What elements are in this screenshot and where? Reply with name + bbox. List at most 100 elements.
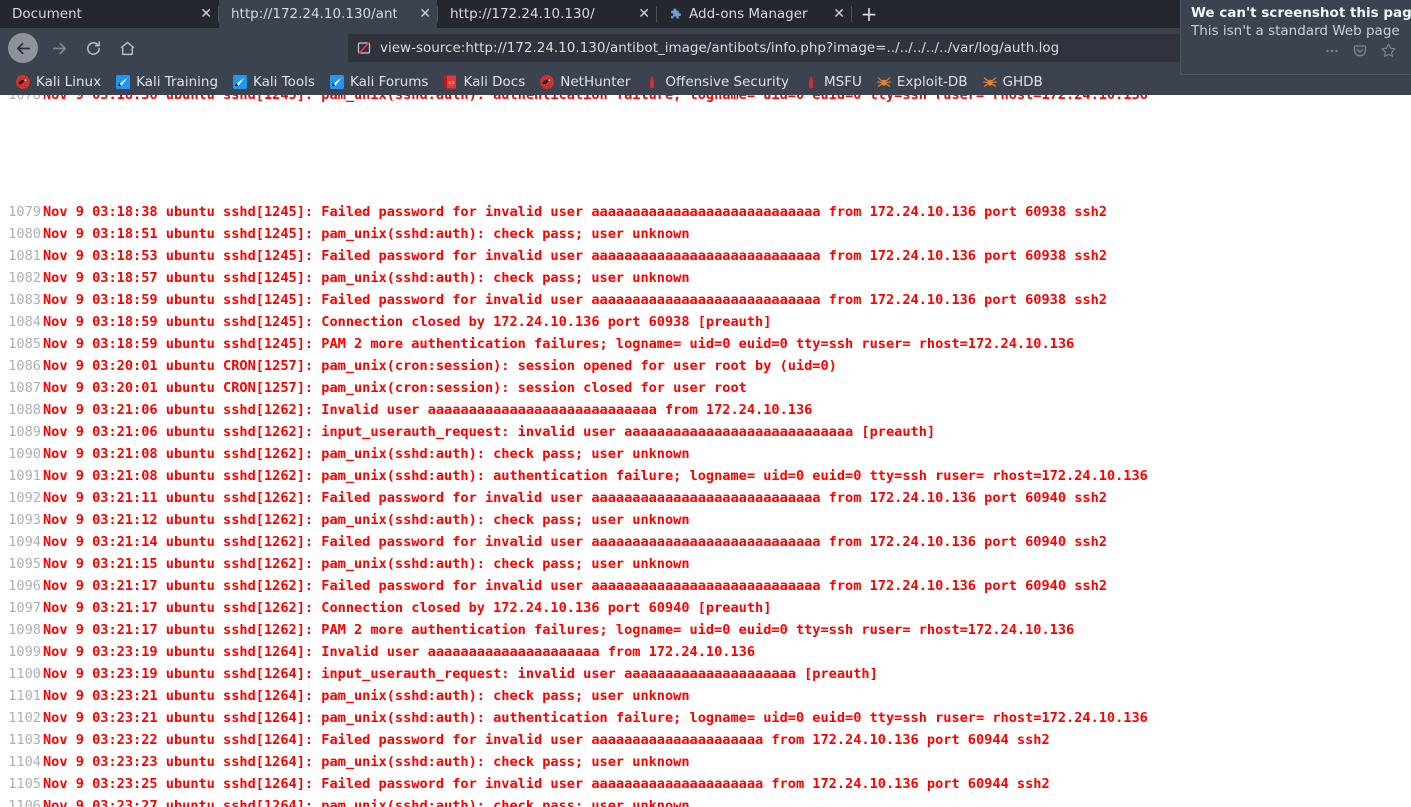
- page-actions-ellipsis-icon[interactable]: [1324, 43, 1340, 63]
- source-line: 1098 Nov 9 03:21:17 ubuntu sshd[1262]: PA…: [0, 619, 1148, 641]
- source-line: 1101 Nov 9 03:23:21 ubuntu sshd[1264]: pa…: [0, 685, 1148, 707]
- bookmark-label: Kali Training: [136, 73, 219, 90]
- line-text: Nov 9 03:23:21 ubuntu sshd[1264]: pam_un…: [43, 688, 690, 704]
- line-text: Nov 9 03:21:06 ubuntu sshd[1262]: Invali…: [43, 402, 813, 418]
- line-text: Nov 9 03:21:15 ubuntu sshd[1262]: pam_un…: [43, 556, 690, 572]
- line-text: Nov 9 03:18:51 ubuntu sshd[1245]: pam_un…: [43, 226, 690, 242]
- kali-swoosh-icon: [232, 74, 248, 90]
- bookmark-label: Kali Docs: [463, 73, 526, 90]
- source-line: 1104 Nov 9 03:23:23 ubuntu sshd[1264]: pa…: [0, 751, 1148, 773]
- line-text: Nov 9 03:18:53 ubuntu sshd[1245]: Failed…: [43, 248, 1107, 264]
- forward-arrow-icon[interactable]: [42, 31, 76, 65]
- browser-tab-2[interactable]: http://172.24.10.130/ ✕: [438, 0, 656, 28]
- line-number: 1083: [8, 292, 41, 308]
- source-line: 1093 Nov 9 03:21:12 ubuntu sshd[1262]: pa…: [0, 509, 1148, 531]
- line-number: 1101: [8, 688, 41, 704]
- svg-text:‹›: ‹›: [449, 78, 455, 87]
- offsec-icon: [803, 74, 819, 90]
- pocket-icon[interactable]: [1352, 43, 1368, 63]
- tab-title: http://172.24.10.130/antibot: [231, 6, 398, 22]
- page-action-icons: [1191, 42, 1401, 63]
- line-text: Nov 9 03:21:12 ubuntu sshd[1262]: pam_un…: [43, 512, 690, 528]
- source-line: 1102 Nov 9 03:23:21 ubuntu sshd[1264]: pa…: [0, 707, 1148, 729]
- kali-swoosh-icon: [329, 74, 345, 90]
- offsec-icon: [644, 74, 660, 90]
- browser-tab-1[interactable]: http://172.24.10.130/antibot ✕: [219, 0, 437, 28]
- bookmark-kali-linux[interactable]: Kali Linux: [8, 71, 108, 93]
- source-line: 1086 Nov 9 03:20:01 ubuntu CRON[1257]: pa…: [0, 355, 1148, 377]
- bookmark-exploit-db[interactable]: Exploit-DB: [869, 71, 975, 93]
- line-number: 1087: [8, 380, 41, 396]
- tab-close-icon[interactable]: ✕: [178, 7, 212, 21]
- tab-title: Add-ons Manager: [689, 6, 808, 22]
- source-line: 1095 Nov 9 03:21:15 ubuntu sshd[1262]: pa…: [0, 553, 1148, 575]
- source-line: 1099 Nov 9 03:23:19 ubuntu sshd[1264]: In…: [0, 641, 1148, 663]
- line-text: Nov 9 03:18:38 ubuntu sshd[1245]: Failed…: [43, 204, 1107, 220]
- line-text: Nov 9 03:18:57 ubuntu sshd[1245]: pam_un…: [43, 270, 690, 286]
- view-source-content: 1078 Nov 9 03:18:36 ubuntu sshd[1245]: p…: [0, 95, 1411, 807]
- line-text: Nov 9 03:23:19 ubuntu sshd[1264]: Invali…: [43, 644, 756, 660]
- line-text: Nov 9 03:21:17 ubuntu sshd[1262]: Connec…: [43, 600, 772, 616]
- tab-title: Document: [12, 6, 82, 22]
- source-line: 1087 Nov 9 03:20:01 ubuntu CRON[1257]: pa…: [0, 377, 1148, 399]
- home-icon[interactable]: [110, 31, 144, 65]
- line-number: 1105: [8, 776, 41, 792]
- bookmark-msfu[interactable]: MSFU: [796, 71, 869, 93]
- line-number: 1089: [8, 424, 41, 440]
- line-text: Nov 9 03:23:22 ubuntu sshd[1264]: Failed…: [43, 732, 1050, 748]
- bookmark-label: Kali Forums: [349, 73, 429, 90]
- kali-dragon-icon: [15, 74, 31, 90]
- source-line: 1091 Nov 9 03:21:08 ubuntu sshd[1262]: pa…: [0, 465, 1148, 487]
- line-text: Nov 9 03:21:17 ubuntu sshd[1262]: Failed…: [43, 578, 1107, 594]
- no-connection-security-icon[interactable]: [356, 40, 372, 56]
- line-number: 1085: [8, 336, 41, 352]
- new-tab-button[interactable]: +: [852, 0, 886, 28]
- browser-tab-0[interactable]: Document ✕: [0, 0, 218, 28]
- line-text: Nov 9 03:18:59 ubuntu sshd[1245]: Connec…: [43, 314, 772, 330]
- bookmark-kali-tools[interactable]: Kali Tools: [225, 71, 322, 93]
- line-number: 1106: [8, 798, 41, 807]
- source-line: 1089 Nov 9 03:21:06 ubuntu sshd[1262]: in…: [0, 421, 1148, 443]
- line-number: 1081: [8, 248, 41, 264]
- line-number: 1100: [8, 666, 41, 682]
- bookmark-label: MSFU: [824, 73, 862, 90]
- bookmark-kali-forums[interactable]: Kali Forums: [322, 71, 436, 93]
- line-number: 1093: [8, 512, 41, 528]
- source-line: 1105 Nov 9 03:23:25 ubuntu sshd[1264]: Fa…: [0, 773, 1148, 795]
- line-text: Nov 9 03:20:01 ubuntu CRON[1257]: pam_un…: [43, 358, 837, 374]
- bookmark-label: Offensive Security: [665, 73, 789, 90]
- source-line: 1090 Nov 9 03:21:08 ubuntu sshd[1262]: pa…: [0, 443, 1148, 465]
- bookmark-nethunter[interactable]: NetHunter: [532, 71, 637, 93]
- bookmark-kali-docs[interactable]: ‹› Kali Docs: [435, 71, 532, 93]
- address-bar-text: view-source:http://172.24.10.130/antibot…: [380, 40, 1060, 56]
- source-line: 1097 Nov 9 03:21:17 ubuntu sshd[1262]: Co…: [0, 597, 1148, 619]
- line-text: Nov 9 03:21:17 ubuntu sshd[1262]: PAM 2 …: [43, 622, 1075, 638]
- line-number: 1086: [8, 358, 41, 374]
- line-number: 1082: [8, 270, 41, 286]
- bookmark-kali-training[interactable]: Kali Training: [108, 71, 225, 93]
- browser-tab-3[interactable]: Add-ons Manager ✕: [657, 0, 851, 28]
- tab-title: http://172.24.10.130/: [450, 6, 595, 22]
- line-number: 1103: [8, 732, 41, 748]
- line-number: 1079: [8, 204, 41, 220]
- tab-close-icon[interactable]: ✕: [616, 7, 650, 21]
- bookmark-offensive-security[interactable]: Offensive Security: [637, 71, 796, 93]
- reload-icon[interactable]: [76, 31, 110, 65]
- bookmark-star-icon[interactable]: [1380, 42, 1397, 63]
- line-number: 1104: [8, 754, 41, 770]
- back-arrow-icon[interactable]: [8, 33, 38, 63]
- line-text: Nov 9 03:23:21 ubuntu sshd[1264]: pam_un…: [43, 710, 1148, 726]
- line-number: 1080: [8, 226, 41, 242]
- line-number: 1088: [8, 402, 41, 418]
- bookmark-ghdb[interactable]: GHDB: [975, 71, 1050, 93]
- line-text: Nov 9 03:20:01 ubuntu CRON[1257]: pam_un…: [43, 380, 747, 396]
- line-number: 1078: [8, 95, 41, 103]
- source-line: 1103 Nov 9 03:23:22 ubuntu sshd[1264]: Fa…: [0, 729, 1148, 751]
- source-line: 1094 Nov 9 03:21:14 ubuntu sshd[1262]: Fa…: [0, 531, 1148, 553]
- line-text: Nov 9 03:23:27 ubuntu sshd[1264]: pam_un…: [43, 798, 690, 807]
- tab-close-icon[interactable]: ✕: [811, 7, 845, 21]
- line-text: Nov 9 03:23:25 ubuntu sshd[1264]: Failed…: [43, 776, 1050, 792]
- source-line: 1088 Nov 9 03:21:06 ubuntu sshd[1262]: In…: [0, 399, 1148, 421]
- line-number: 1099: [8, 644, 41, 660]
- tab-close-icon[interactable]: ✕: [397, 7, 431, 21]
